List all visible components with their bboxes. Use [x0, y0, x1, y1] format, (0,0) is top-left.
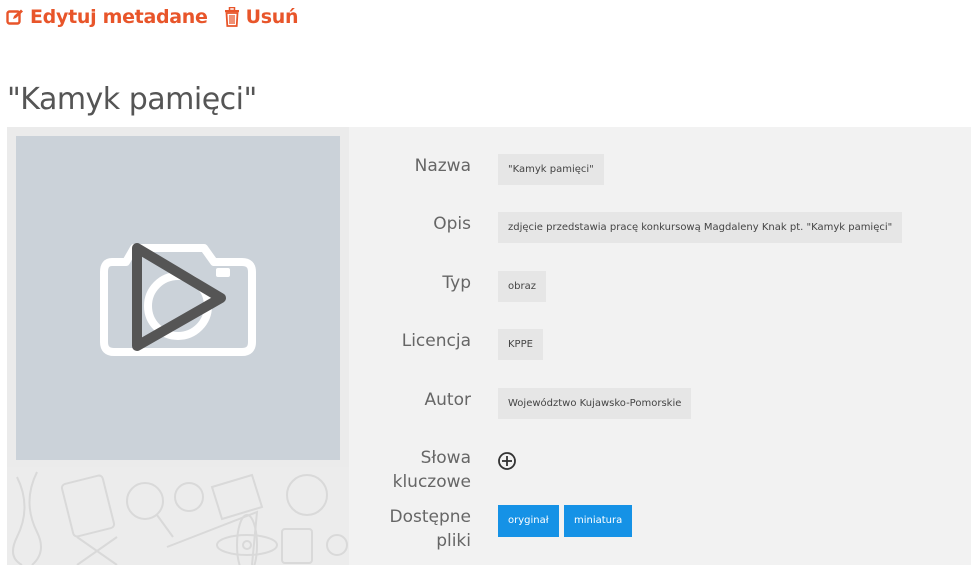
edit-icon — [6, 9, 23, 25]
file-thumbnail-button[interactable]: miniatura — [564, 505, 633, 537]
page-title: "Kamyk pamięci" — [7, 82, 257, 117]
description-value: zdjęcie przedstawia pracę konkursową Mag… — [498, 212, 903, 243]
media-preview[interactable] — [16, 136, 340, 460]
files-label: Dostępne pliki — [390, 505, 472, 553]
type-value: obraz — [498, 271, 546, 302]
delete-button[interactable]: Usuń — [224, 6, 299, 28]
camera-play-icon — [100, 243, 256, 356]
edit-metadata-label: Edytuj metadane — [30, 6, 208, 28]
delete-label: Usuń — [245, 6, 299, 28]
name-value: "Kamyk pamięci" — [498, 154, 604, 185]
license-label: Licencja — [401, 331, 471, 351]
keywords-label: Słowa kluczowe — [393, 446, 471, 494]
toolbar: Edytuj metadane Usuń — [6, 2, 314, 32]
details-panel: Nazwa "Kamyk pamięci" Opis zdjęcie przed… — [7, 127, 971, 565]
preview-column — [7, 127, 349, 565]
author-label: Autor — [424, 390, 471, 410]
author-value: Województwo Kujawsko-Pomorskie — [498, 388, 692, 419]
files-label-line2: pliki — [436, 531, 471, 551]
name-label: Nazwa — [414, 156, 471, 176]
file-original-button[interactable]: oryginał — [498, 505, 559, 537]
keywords-label-line1: Słowa — [420, 448, 471, 468]
files-label-line1: Dostępne — [389, 507, 472, 527]
decorative-doodle — [7, 467, 349, 565]
keywords-label-line2: kluczowe — [392, 472, 471, 492]
description-label: Opis — [433, 214, 471, 234]
type-label: Typ — [442, 273, 471, 293]
edit-metadata-button[interactable]: Edytuj metadane — [6, 6, 208, 28]
trash-icon — [224, 7, 239, 27]
add-keyword-icon[interactable] — [497, 451, 517, 471]
license-value: KPPE — [498, 329, 543, 360]
